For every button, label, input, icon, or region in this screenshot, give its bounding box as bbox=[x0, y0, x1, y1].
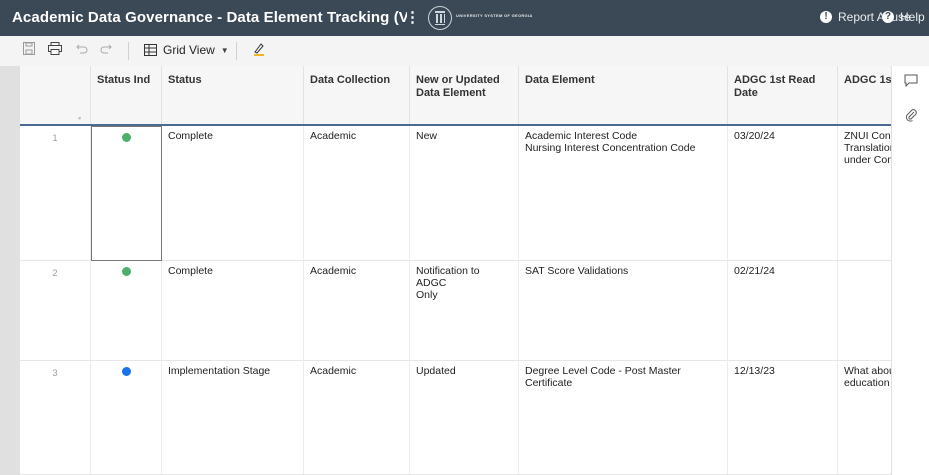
save-icon[interactable] bbox=[23, 42, 35, 58]
chevron-down-icon: ▼ bbox=[220, 45, 229, 55]
grid-view-dropdown[interactable]: Grid View ▼ bbox=[144, 43, 229, 57]
status-cell[interactable]: Complete bbox=[162, 126, 304, 261]
new-updated-line: Only bbox=[416, 289, 438, 301]
column-header[interactable]: New or Updated Data Element bbox=[410, 66, 519, 125]
column-header[interactable]: Data Collection bbox=[304, 66, 410, 125]
status-cell[interactable]: Complete bbox=[162, 261, 304, 361]
read-notes-line: education c bbox=[844, 377, 891, 389]
help-link[interactable]: ? Help bbox=[882, 10, 925, 24]
status-indicator-cell[interactable] bbox=[91, 261, 162, 361]
help-label: Help bbox=[900, 10, 925, 24]
read-notes-line: under Cons bbox=[844, 154, 891, 166]
right-side-panel bbox=[891, 66, 929, 475]
sheet-grid: ▪ Status Ind Status Data Collection New … bbox=[20, 66, 929, 475]
read-notes-cell[interactable]: ZNUI Conc Translation under Cons bbox=[838, 126, 892, 261]
paperclip-icon[interactable] bbox=[904, 108, 918, 126]
redo-icon[interactable] bbox=[100, 42, 112, 58]
data-element-line: Academic Interest Code bbox=[525, 130, 638, 142]
usg-logo bbox=[428, 6, 452, 30]
column-header[interactable]: ADGC 1st Read Date bbox=[728, 66, 838, 125]
toolbar-divider bbox=[128, 42, 129, 60]
status-indicator-cell[interactable] bbox=[91, 126, 162, 261]
row-number[interactable]: 1 bbox=[20, 126, 91, 261]
status-cell[interactable]: Implementation Stage bbox=[162, 361, 304, 475]
column-header[interactable]: ADGC 1st Rea bbox=[838, 66, 919, 125]
new-updated-line: Notification to ADGC bbox=[416, 265, 480, 289]
new-updated-cell[interactable]: Updated bbox=[410, 361, 519, 475]
read-notes-line: ZNUI Conc bbox=[844, 130, 892, 142]
grid-view-label: Grid View bbox=[163, 43, 215, 57]
title-more-icon[interactable]: ⋮ bbox=[405, 8, 420, 26]
read-notes-line: Translation bbox=[844, 142, 892, 154]
new-updated-cell[interactable]: New bbox=[410, 126, 519, 261]
column-header[interactable]: Status bbox=[162, 66, 304, 125]
toolbar: Grid View ▼ bbox=[0, 36, 929, 66]
data-element-line: Nursing Interest Concentration Code bbox=[525, 142, 696, 154]
left-panel bbox=[0, 66, 20, 475]
read-date-cell[interactable]: 03/20/24 bbox=[728, 126, 838, 261]
new-updated-cell[interactable]: Notification to ADGC Only bbox=[410, 261, 519, 361]
title-bar: Academic Data Governance - Data Element … bbox=[0, 0, 929, 36]
sheet-title: Academic Data Governance - Data Element … bbox=[12, 9, 407, 26]
toolbar-divider bbox=[236, 42, 237, 60]
highlight-icon[interactable] bbox=[252, 42, 266, 59]
read-notes-line: What about bbox=[844, 365, 891, 377]
status-dot-icon bbox=[122, 133, 131, 142]
status-dot-icon bbox=[121, 267, 131, 276]
read-notes-cell[interactable]: What about education c bbox=[838, 361, 892, 475]
row-number[interactable]: 3 bbox=[20, 361, 91, 475]
column-header[interactable]: Data Element bbox=[519, 66, 728, 125]
status-indicator-cell[interactable] bbox=[91, 361, 162, 475]
logo-text: UNIVERSITY SYSTEM OF GEORGIA bbox=[456, 13, 533, 18]
row-number[interactable]: 2 bbox=[20, 261, 91, 361]
undo-icon[interactable] bbox=[76, 42, 88, 58]
read-date-cell[interactable]: 02/21/24 bbox=[728, 261, 838, 361]
read-notes-cell[interactable] bbox=[838, 261, 892, 361]
column-header[interactable]: Status Ind bbox=[91, 66, 162, 125]
print-icon[interactable] bbox=[48, 42, 62, 58]
comment-icon[interactable] bbox=[904, 74, 918, 91]
report-icon: ! bbox=[820, 11, 832, 23]
data-element-cell[interactable]: Academic Interest Code Nursing Interest … bbox=[519, 126, 728, 261]
help-icon: ? bbox=[882, 11, 894, 23]
collection-cell[interactable]: Academic bbox=[304, 361, 410, 475]
grid-icon bbox=[144, 44, 157, 56]
collection-cell[interactable]: Academic bbox=[304, 261, 410, 361]
data-element-cell[interactable]: Degree Level Code - Post Master Certific… bbox=[519, 361, 728, 475]
read-date-cell[interactable]: 12/13/23 bbox=[728, 361, 838, 475]
row-number-header: ▪ bbox=[20, 66, 91, 125]
collection-cell[interactable]: Academic bbox=[304, 126, 410, 261]
data-element-cell[interactable]: SAT Score Validations bbox=[519, 261, 728, 361]
status-dot-icon bbox=[121, 367, 131, 376]
